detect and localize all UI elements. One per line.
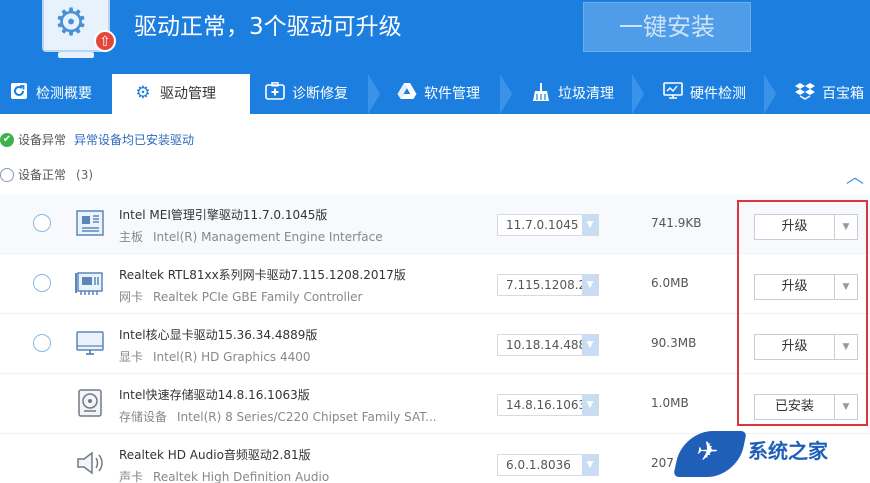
gear-icon: ⚙ bbox=[135, 82, 151, 103]
chevron-down-icon[interactable]: ▼ bbox=[582, 455, 598, 475]
version-value: 11.7.0.1045 bbox=[506, 218, 579, 232]
driver-size: 741.9KB bbox=[651, 216, 702, 230]
speaker-icon bbox=[74, 447, 106, 479]
version-select[interactable]: 11.7.0.1045 ▼ bbox=[497, 214, 599, 236]
driver-select-radio[interactable] bbox=[33, 274, 51, 292]
chevron-down-icon[interactable]: ▼ bbox=[582, 335, 598, 355]
highlight-box bbox=[737, 200, 868, 426]
tab-label: 垃圾清理 bbox=[558, 86, 614, 102]
motherboard-icon bbox=[74, 207, 106, 239]
normal-count: (3) bbox=[76, 168, 94, 182]
driver-name: Intel快速存储驱动14.8.16.1063版 bbox=[119, 388, 310, 402]
hard-disk-icon bbox=[74, 387, 106, 419]
refresh-icon bbox=[8, 82, 30, 104]
driver-size: 1.0MB bbox=[651, 396, 689, 410]
driver-device: 主板 Intel(R) Management Engine Interface bbox=[119, 228, 383, 245]
version-select[interactable]: 6.0.1.8036 ▼ bbox=[497, 454, 599, 476]
chevron-down-icon[interactable]: ▼ bbox=[582, 395, 598, 415]
chevron-down-icon[interactable]: ▼ bbox=[582, 275, 598, 295]
driver-category: 声卡 bbox=[119, 470, 144, 483]
tab-separator bbox=[632, 74, 646, 114]
tab-label: 硬件检测 bbox=[690, 86, 746, 102]
version-select[interactable]: 14.8.16.1063 ▼ bbox=[497, 394, 599, 416]
device-name: Intel(R) 8 Series/C220 Chipset Family SA… bbox=[177, 410, 437, 424]
driver-name: Realtek HD Audio音频驱动2.81版 bbox=[119, 448, 311, 462]
network-card-icon bbox=[74, 267, 106, 299]
driver-category: 存储设备 bbox=[119, 410, 168, 424]
watermark: 系统之家 bbox=[673, 427, 870, 483]
driver-name: Realtek RTL81xx系列网卡驱动7.115.1208.2017版 bbox=[119, 268, 406, 282]
tab-label: 百宝箱 bbox=[822, 86, 864, 102]
driver-size: 6.0MB bbox=[651, 276, 689, 290]
version-select[interactable]: 7.115.1208.2 ▼ bbox=[497, 274, 599, 296]
circle-icon bbox=[0, 167, 14, 182]
upgrade-arrow-icon: ⇧ bbox=[94, 30, 116, 52]
one-click-install-button[interactable]: 一键安装 bbox=[583, 2, 751, 52]
driver-category: 网卡 bbox=[119, 290, 144, 304]
driver-select-radio[interactable] bbox=[33, 334, 51, 352]
version-value: 10.18.14.488 bbox=[506, 338, 582, 352]
driver-category: 显卡 bbox=[119, 350, 144, 364]
driver-category: 主板 bbox=[119, 230, 144, 244]
driver-device: 声卡 Realtek High Definition Audio bbox=[119, 468, 329, 483]
tab-toolbox[interactable]: 百宝箱 bbox=[778, 74, 870, 114]
chevron-up-icon[interactable]: ︿ bbox=[845, 168, 865, 188]
driver-device: 显卡 Intel(R) HD Graphics 4400 bbox=[119, 348, 311, 365]
driver-device: 存储设备 Intel(R) 8 Series/C220 Chipset Famil… bbox=[119, 408, 437, 425]
tab-separator bbox=[368, 74, 382, 114]
box-icon bbox=[794, 82, 816, 104]
version-value: 6.0.1.8036 bbox=[506, 458, 571, 472]
drive-triangle-icon bbox=[396, 82, 418, 104]
logo-stand bbox=[58, 52, 94, 58]
normal-label: 设备正常 bbox=[18, 168, 67, 182]
tab-separator bbox=[500, 74, 514, 114]
abnormal-devices-row[interactable]: ✔ 设备异常 异常设备均已安装驱动 bbox=[0, 128, 194, 152]
watermark-logo-icon bbox=[673, 431, 747, 477]
chevron-down-icon[interactable]: ▼ bbox=[582, 215, 598, 235]
version-value: 14.8.16.1063 bbox=[506, 398, 582, 412]
version-select[interactable]: 10.18.14.488 ▼ bbox=[497, 334, 599, 356]
driver-name: Intel核心显卡驱动15.36.34.4889版 bbox=[119, 328, 318, 342]
device-name: Intel(R) Management Engine Interface bbox=[153, 230, 383, 244]
tab-driver-management[interactable]: ⚙ 驱动管理 bbox=[112, 74, 250, 114]
abnormal-label: 设备异常 bbox=[18, 133, 67, 147]
tab-diagnose-repair[interactable]: 诊断修复 bbox=[250, 74, 382, 114]
tab-separator bbox=[764, 74, 778, 114]
device-name: Realtek PCIe GBE Family Controller bbox=[153, 290, 363, 304]
tab-bar: 检测概要 ⚙ 驱动管理 诊断修复 软件管理 垃圾清理 硬件检测 百宝箱 bbox=[0, 74, 870, 114]
normal-devices-row[interactable]: 设备正常 (3) bbox=[0, 163, 93, 187]
tab-label: 驱动管理 bbox=[160, 86, 216, 102]
display-icon bbox=[74, 327, 106, 359]
tab-overview[interactable]: 检测概要 bbox=[0, 74, 112, 114]
device-name: Realtek High Definition Audio bbox=[153, 470, 330, 483]
monitor-icon bbox=[662, 81, 684, 104]
page-title: 驱动正常，3个驱动可升级 bbox=[134, 14, 402, 40]
device-name: Intel(R) HD Graphics 4400 bbox=[153, 350, 311, 364]
driver-size: 90.3MB bbox=[651, 336, 697, 350]
tab-software-management[interactable]: 软件管理 bbox=[382, 74, 514, 114]
broom-icon bbox=[530, 82, 552, 104]
check-icon: ✔ bbox=[0, 132, 14, 147]
medical-kit-icon bbox=[264, 81, 286, 104]
tab-label: 诊断修复 bbox=[292, 86, 348, 102]
gear-icon: ⚙ bbox=[54, 0, 89, 44]
tab-hardware-detection[interactable]: 硬件检测 bbox=[646, 74, 778, 114]
driver-size: 207 bbox=[651, 456, 674, 470]
app-logo: ⚙ ⇧ bbox=[42, 0, 116, 52]
watermark-text: 系统之家 bbox=[748, 439, 828, 463]
driver-name: Intel MEI管理引擎驱动11.7.0.1045版 bbox=[119, 208, 328, 222]
tab-label: 软件管理 bbox=[424, 86, 480, 102]
driver-select-radio[interactable] bbox=[33, 214, 51, 232]
tab-label: 检测概要 bbox=[36, 86, 92, 102]
app-header: ⚙ ⇧ 驱动正常，3个驱动可升级 一键安装 bbox=[0, 0, 870, 74]
driver-device: 网卡 Realtek PCIe GBE Family Controller bbox=[119, 288, 362, 305]
tab-junk-cleanup[interactable]: 垃圾清理 bbox=[514, 74, 646, 114]
version-value: 7.115.1208.2 bbox=[506, 278, 582, 292]
abnormal-info: 异常设备均已安装驱动 bbox=[74, 133, 195, 147]
